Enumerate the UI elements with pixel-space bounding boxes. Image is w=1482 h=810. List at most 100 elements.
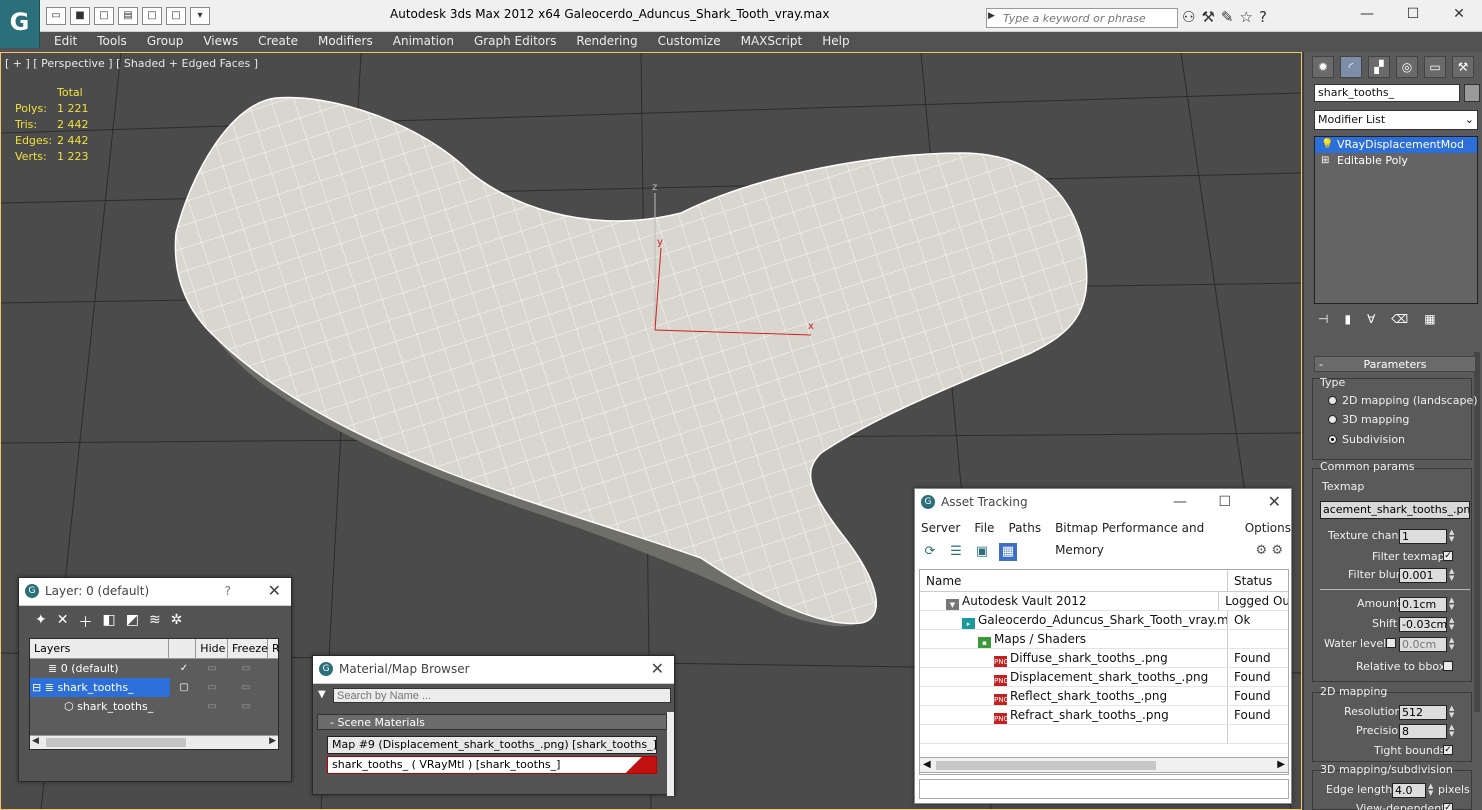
shift-input[interactable]: -0.03cm [1399,617,1447,632]
freeze-toggle[interactable]: ▭ [226,659,266,678]
close-icon[interactable]: ✕ [268,578,281,604]
thumbnail-view-icon[interactable]: ▣ [973,543,991,561]
filter-blur-spinner[interactable]: ▲ ▼ [1449,568,1457,583]
texture-chan-input[interactable]: 1 [1399,529,1447,544]
close-icon[interactable]: ✕ [1268,489,1281,515]
table-row[interactable]: ⬡ shark_tooths_ ▭ ▭ [30,697,278,716]
menu-help[interactable]: Help [812,32,859,52]
material-list-item-selected[interactable]: shark_tooths_ ( VRayMtl ) [shark_tooths_… [327,756,657,774]
scrollbar-thumb[interactable] [46,738,186,747]
column-hide[interactable]: Hide [196,639,228,658]
table-row[interactable]: ▪ Maps / Shaders [920,630,1288,649]
asset-menu-file[interactable]: File [974,517,994,539]
asset-menu-paths[interactable]: Paths [1008,517,1041,539]
scroll-left-icon[interactable]: ◀ [32,736,39,746]
menu-group[interactable]: Group [137,32,194,52]
scrollbar-thumb[interactable] [936,761,1156,770]
freeze-toggle[interactable]: ▭ [226,678,266,697]
resolution-spinner[interactable]: ▲ ▼ [1449,705,1457,720]
filter-texmap-checkbox[interactable]: ✓ [1443,551,1453,561]
asset-menu-options[interactable]: Options [1245,517,1291,539]
column-render[interactable]: R [268,639,280,658]
menu-views[interactable]: Views [193,32,248,52]
freeze-toggle[interactable]: ▭ [226,697,266,716]
radio-subdivision[interactable] [1328,435,1337,444]
save-file-icon[interactable]: ■ [70,7,90,25]
app-logo-icon[interactable]: G [0,0,40,48]
precision-input[interactable]: 8 [1399,724,1447,739]
refresh-icon[interactable]: ⟳ [921,543,939,561]
list-view-icon[interactable]: ☰ [947,543,965,561]
scene-materials-section[interactable]: - Scene Materials [317,714,667,730]
column-status[interactable]: Status [1228,570,1272,591]
current-layer-checkmark-icon[interactable]: ✓ [170,659,198,678]
configure-sets-icon[interactable]: ▦ [1424,312,1435,326]
menu-edit[interactable]: Edit [44,32,87,52]
create-tab-icon[interactable]: ✹ [1312,56,1334,78]
menu-maxscript[interactable]: MAXScript [731,32,813,52]
material-browser-titlebar[interactable]: G Material/Map Browser ✕ [313,656,674,684]
texture-chan-spinner[interactable]: ▲ ▼ [1449,529,1457,544]
amount-spinner[interactable]: ▲ ▼ [1449,597,1457,612]
subscription-icon[interactable]: ⚒ [1201,8,1214,26]
maximize-icon[interactable]: ☐ [1390,0,1436,28]
add-to-layer-icon[interactable]: ＋ [78,612,92,636]
water-level-checkbox[interactable] [1386,638,1396,648]
object-name-field[interactable]: shark_tooths_ [1314,84,1460,102]
vault-help-icon[interactable]: ⚙ ⚙ [1256,543,1283,558]
motion-tab-icon[interactable]: ◎ [1396,56,1418,78]
viewport-label[interactable]: [ + ] [ Perspective ] [ Shaded + Edged F… [5,57,258,70]
asset-path-field[interactable] [919,779,1289,799]
radio-3d-mapping[interactable] [1328,415,1337,424]
table-row[interactable]: PNGDiffuse_shark_tooths_.png Found [920,649,1288,668]
redo-icon[interactable]: □ [166,7,186,25]
table-row[interactable]: ▸ Galeocerdo_Aduncus_Shark_Tooth_vray.max… [920,611,1288,630]
undo-icon[interactable]: □ [142,7,162,25]
help-icon[interactable]: ? [1259,8,1267,26]
create-layer-icon[interactable]: ✦ [35,612,47,636]
menu-graph-editors[interactable]: Graph Editors [464,32,566,52]
menu-animation[interactable]: Animation [383,32,464,52]
shift-spinner[interactable]: ▲ ▼ [1449,617,1457,632]
quick-access-dropdown-icon[interactable]: ▾ [190,7,210,25]
table-row[interactable]: ▼ Autodesk Vault 2012 Logged Ou [920,592,1288,611]
radio-2d-mapping[interactable] [1328,396,1337,405]
texmap-button[interactable]: acement_shark_tooths_.png) [1320,501,1470,519]
utilities-tab-icon[interactable]: ⚒ [1452,56,1474,78]
set-current-layer-icon[interactable]: ▢ [170,678,198,697]
amount-input[interactable]: 0.1cm [1399,597,1447,612]
hide-all-icon[interactable]: ≋ [149,612,161,636]
column-freeze[interactable]: Freeze [228,639,268,658]
parameters-rollout[interactable]: - Parameters [1314,356,1476,372]
edge-length-spinner[interactable]: ▲ ▼ [1428,783,1436,798]
menu-create[interactable]: Create [248,32,308,52]
filter-blur-input[interactable]: 0.001 [1399,568,1447,583]
minimize-icon[interactable]: — [1173,489,1187,515]
highlight-selected-icon[interactable]: ◩ [126,612,139,636]
search-expand-icon[interactable]: ▶ [988,11,995,21]
layer-dialog-titlebar[interactable]: G Layer: 0 (default) ? ✕ [19,578,291,606]
resolution-input[interactable]: 512 [1399,705,1447,720]
edge-length-input[interactable]: 4.0 [1392,783,1426,798]
remove-modifier-icon[interactable]: ⌫ [1391,312,1408,326]
table-row[interactable]: ≣ 0 (default) ✓ ▭ ▭ [30,659,278,678]
close-icon[interactable]: ✕ [1436,0,1482,28]
communication-icon[interactable]: ✎ [1221,8,1234,26]
binoculars-icon[interactable]: ⚇ [1182,8,1195,26]
favorites-star-icon[interactable]: ☆ [1239,8,1252,26]
open-file-icon[interactable]: ▭ [46,7,66,25]
column-name[interactable]: Name [920,570,1228,591]
collapse-minus-icon[interactable]: ⊟ [32,681,45,694]
hide-toggle[interactable]: ▭ [198,678,226,697]
table-view-icon[interactable]: ▦ [999,543,1017,561]
precision-spinner[interactable]: ▲ ▼ [1449,724,1457,739]
material-scrollbar[interactable] [667,712,674,796]
menu-tools[interactable]: Tools [87,32,137,52]
table-row[interactable]: PNGRefract_shark_tooths_.png Found [920,706,1288,725]
scroll-left-icon[interactable]: ◀ [923,759,931,770]
modifier-list-dropdown[interactable]: Modifier List ⌄ [1314,110,1478,130]
minimize-icon[interactable]: — [1344,0,1390,28]
table-row[interactable]: PNGDisplacement_shark_tooths_.png Found [920,668,1288,687]
new-file-icon[interactable]: □ [94,7,114,25]
maximize-icon[interactable]: ☐ [1218,489,1231,515]
